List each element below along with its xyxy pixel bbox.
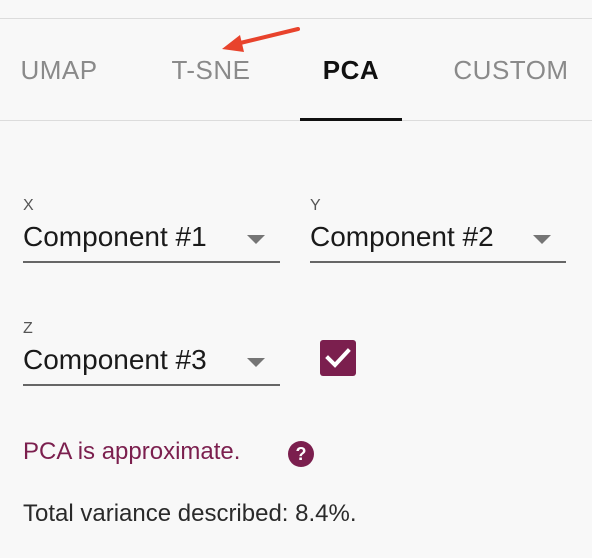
y-axis-select[interactable]: Component #2 <box>310 219 566 263</box>
annotation-arrow-icon <box>222 27 300 52</box>
z-axis-field: Z Component #3 <box>23 320 280 392</box>
x-axis-select[interactable]: Component #1 <box>23 219 280 263</box>
x-axis-value: Component #1 <box>23 221 207 252</box>
z-axis-label: Z <box>23 320 33 337</box>
pca-approximate-note: PCA is approximate. <box>23 438 241 465</box>
z-axis-select[interactable]: Component #3 <box>23 342 280 386</box>
help-circle-icon[interactable]: ? <box>288 441 314 467</box>
chevron-down-icon <box>533 235 551 244</box>
tabs-divider <box>0 120 592 121</box>
chevron-down-icon <box>247 358 265 367</box>
total-variance-text: Total variance described: 8.4%. <box>23 500 357 527</box>
checkmark-icon <box>325 348 351 368</box>
chevron-down-icon <box>247 235 265 244</box>
z-axis-value: Component #3 <box>23 344 207 375</box>
y-axis-label: Y <box>310 197 321 214</box>
z-enabled-checkbox[interactable] <box>320 340 356 376</box>
x-axis-label: X <box>23 197 34 214</box>
x-axis-field: X Component #1 <box>23 197 280 267</box>
y-axis-field: Y Component #2 <box>310 197 566 267</box>
y-axis-value: Component #2 <box>310 221 494 252</box>
